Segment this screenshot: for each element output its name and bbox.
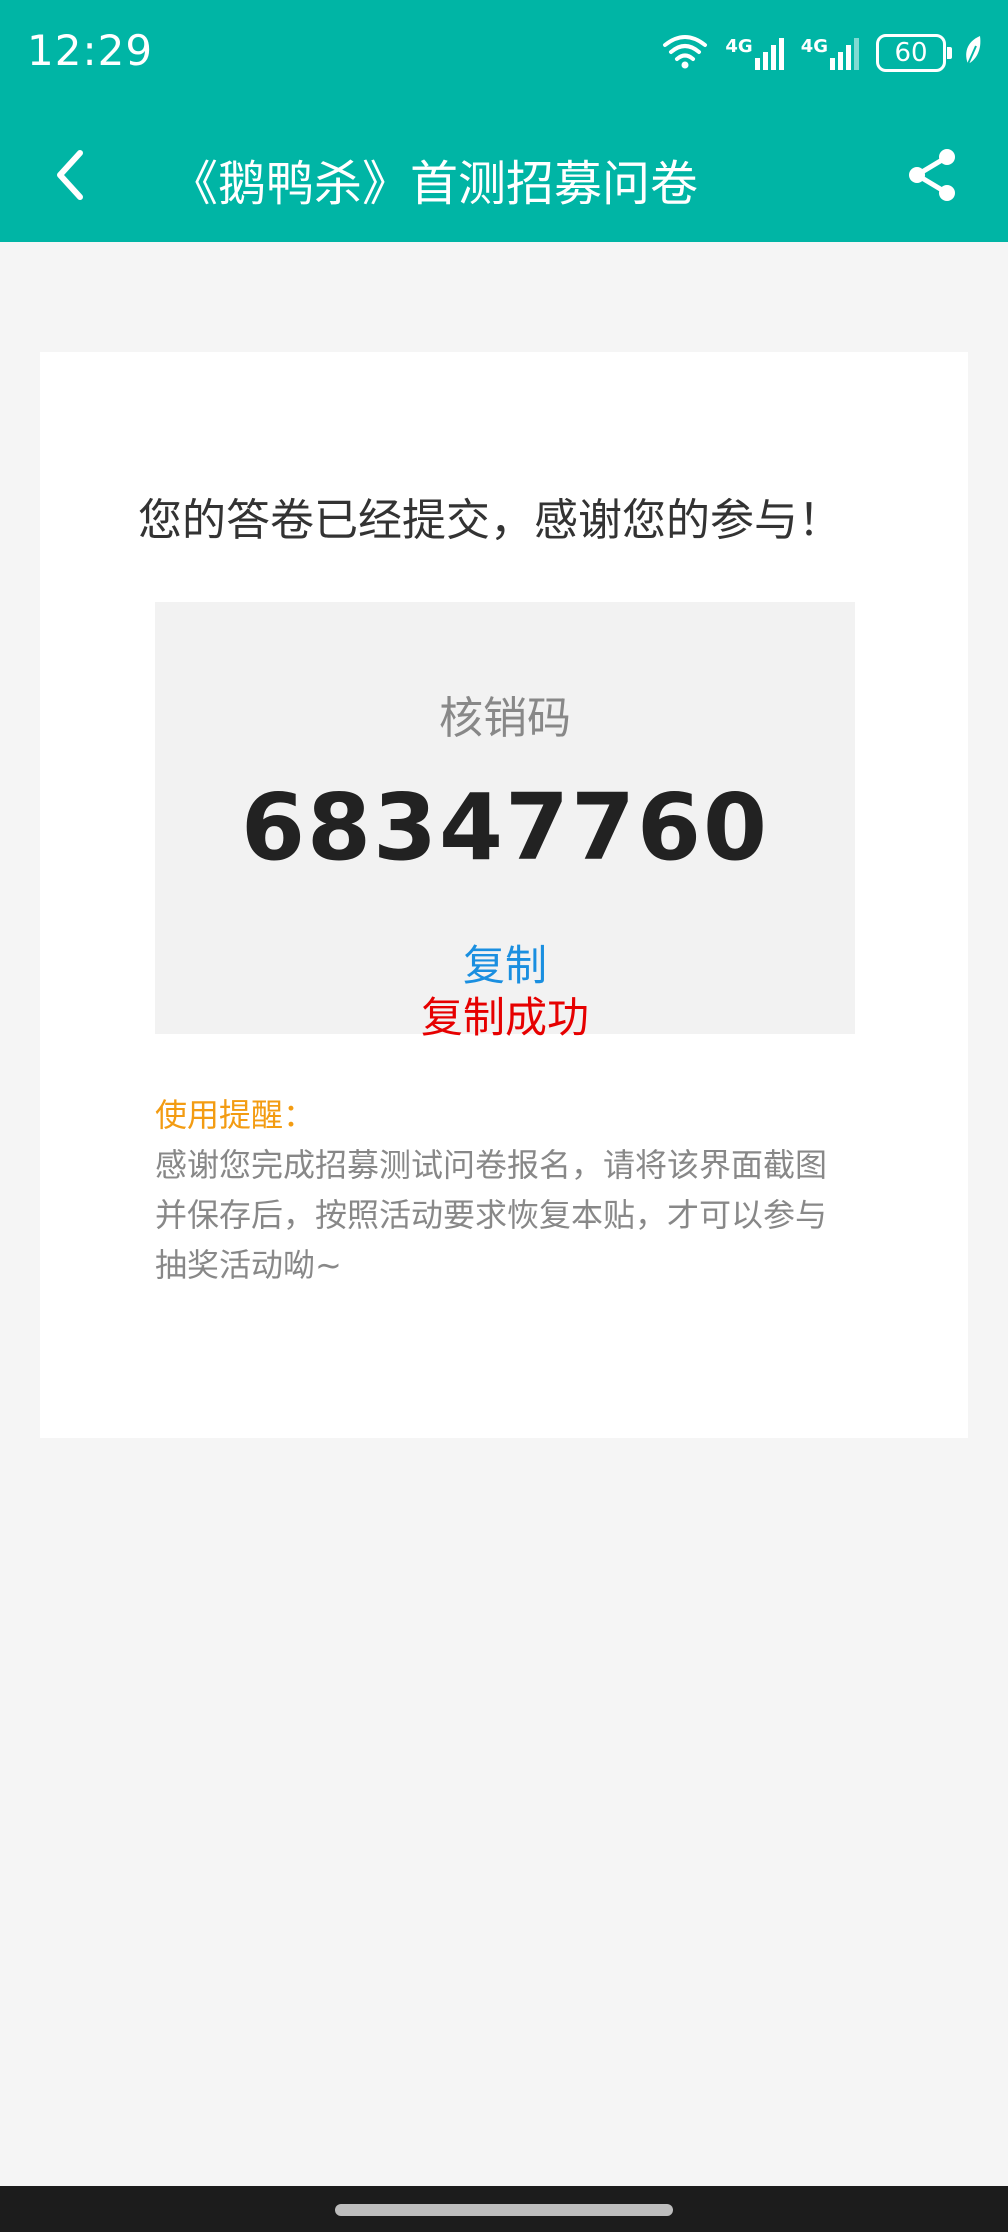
share-button[interactable]: [898, 140, 968, 210]
signal-4g-label-2: 4G: [800, 36, 828, 57]
system-nav-bar: [0, 2186, 1008, 2232]
status-time: 12:29: [27, 26, 154, 75]
redeem-code-box: 核销码 68347760 复制 复制成功: [155, 602, 855, 1042]
chevron-left-icon: [57, 150, 83, 200]
status-icons: 4G 4G 60: [661, 28, 984, 78]
battery-icon: 60: [876, 34, 952, 72]
wifi-icon: [661, 31, 709, 75]
signal-4g-icon: 4G: [725, 36, 784, 70]
leaf-icon: [962, 34, 984, 72]
result-card: 您的答卷已经提交，感谢您的参与！ 核销码 68347760 复制 复制成功 使用…: [40, 352, 968, 1438]
submit-thanks-message: 您的答卷已经提交，感谢您的参与！: [138, 495, 842, 546]
redeem-code-label: 核销码: [439, 693, 571, 744]
battery-level: 60: [894, 38, 928, 68]
reminder-title: 使用提醒：: [155, 1096, 316, 1134]
redeem-code-value: 68347760: [240, 774, 770, 881]
copy-success-message: 复制成功: [420, 993, 589, 1042]
share-icon: [909, 149, 955, 201]
reminder-text: 感谢您完成招募测试问卷报名，请将该界面截图并保存后，按照活动要求恢复本贴，才可以…: [155, 1146, 828, 1284]
signal-4g-icon-2: 4G: [801, 36, 860, 70]
page-title: 《鹅鸭杀》首测招募问卷: [170, 156, 699, 212]
back-button[interactable]: [40, 140, 100, 210]
signal-4g-label: 4G: [725, 36, 753, 57]
home-indicator[interactable]: [335, 2204, 673, 2216]
app-header: 12:29 4G 4G 60 《鹅鸭杀》首测招募问卷: [0, 0, 1008, 242]
